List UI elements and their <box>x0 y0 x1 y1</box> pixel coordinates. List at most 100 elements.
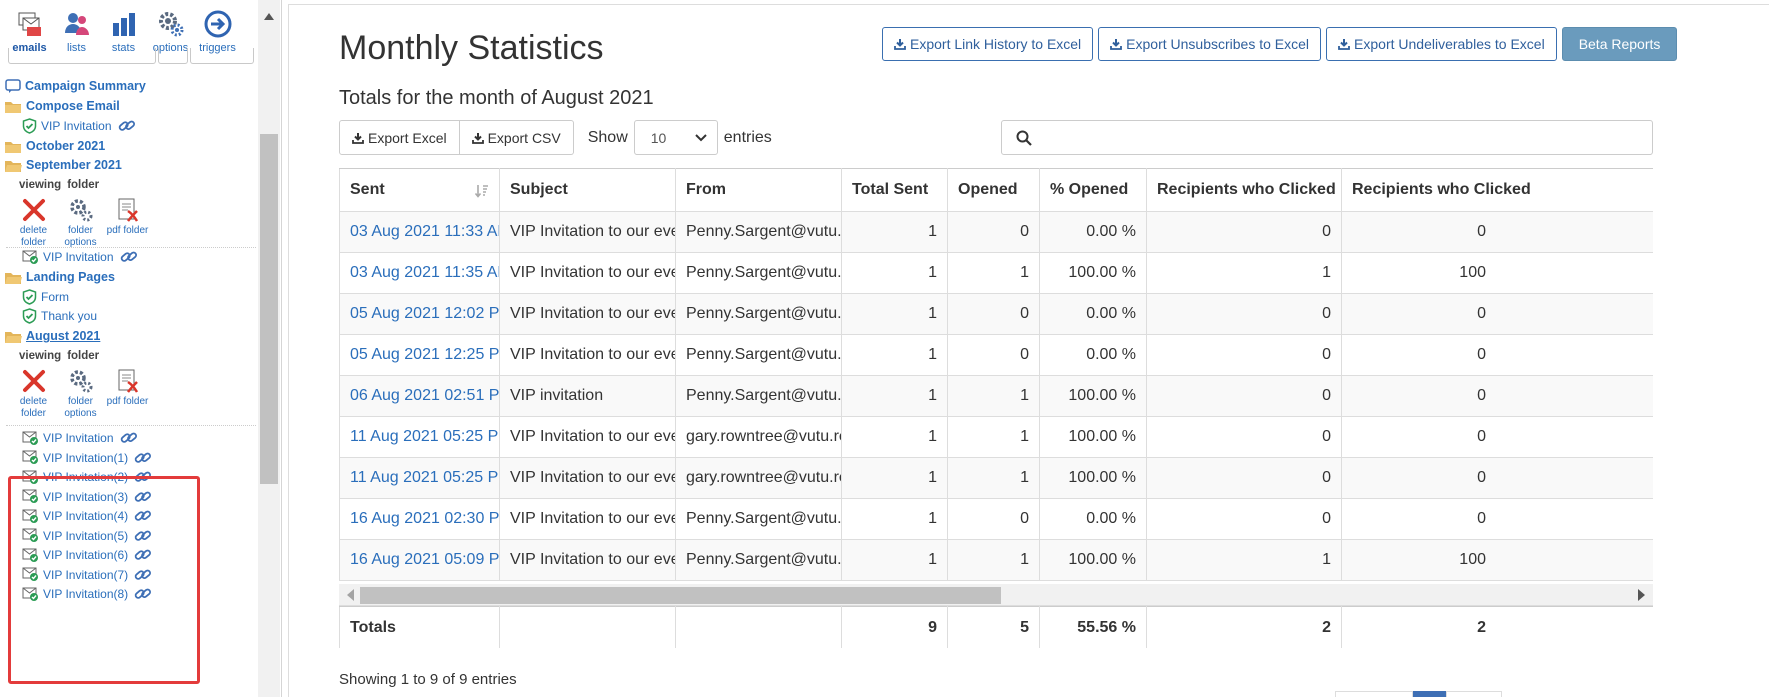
sent-date-link[interactable]: 11 Aug 2021 05:25 PM <box>339 416 500 458</box>
highlight-box <box>8 476 200 684</box>
emails-icon <box>18 12 41 36</box>
viewing-folder-label-aug: viewing folder <box>19 350 100 362</box>
clicked-cell-2: 0 <box>1341 457 1653 499</box>
sent-date-link[interactable]: 11 Aug 2021 05:25 PM <box>339 457 500 499</box>
col-sent[interactable]: Sent <box>339 168 500 212</box>
pagination-previous[interactable] <box>1335 691 1413 697</box>
sent-date-link[interactable]: 16 Aug 2021 02:30 PM <box>339 498 500 540</box>
total-sent-cell: 1 <box>841 375 948 417</box>
col-opened[interactable]: Opened <box>947 168 1040 212</box>
sent-date-link[interactable]: 05 Aug 2021 12:02 PM <box>339 293 500 335</box>
totals-pct-opened: 55.56 % <box>1039 606 1147 648</box>
august-item[interactable]: VIP Invitation(1) <box>22 448 152 468</box>
month-subtitle: Totals for the month of August 2021 <box>339 87 654 109</box>
scroll-left-arrow-icon[interactable] <box>347 589 354 601</box>
from-cell: gary.rowntree@vutu.re <box>675 416 842 458</box>
table-row: 11 Aug 2021 05:25 PM VIP Invitation to ou… <box>339 416 1653 458</box>
scroll-up-arrow-icon[interactable] <box>258 6 280 26</box>
delete-folder-button[interactable]: delete folder <box>10 197 57 249</box>
totals-label: Totals <box>339 606 500 648</box>
sent-date-link[interactable]: 03 Aug 2021 11:33 AM <box>339 211 500 253</box>
folder-compose-email[interactable]: Compose Email <box>4 96 120 116</box>
folder-august-2021[interactable]: August 2021 <box>4 326 100 346</box>
link-chain-icon[interactable] <box>120 430 138 446</box>
clicked-cell: 1 <box>1146 539 1342 581</box>
august-item[interactable]: VIP Invitation <box>22 428 138 448</box>
from-cell: Penny.Sargent@vutu.re <box>675 498 842 540</box>
link-chain-icon[interactable] <box>120 249 138 265</box>
pagination-page-1[interactable] <box>1413 691 1446 697</box>
stats-table: Sent Subject From Total Sent Opened % Op… <box>339 168 1653 581</box>
sent-date-link[interactable]: 16 Aug 2021 05:09 PM <box>339 539 500 581</box>
pagination-next[interactable] <box>1446 691 1502 697</box>
link-chain-icon[interactable] <box>134 450 152 466</box>
table-scroll-thumb[interactable] <box>360 587 1001 604</box>
export-link-history-button[interactable]: Export Link History to Excel <box>882 27 1094 61</box>
pdf-folder-button[interactable]: pdf folder <box>104 197 151 249</box>
total-sent-cell: 1 <box>841 457 948 499</box>
totals-opened: 5 <box>947 606 1040 648</box>
pct-opened-cell: 0.00 % <box>1039 293 1147 335</box>
link-chain-icon[interactable] <box>118 118 136 134</box>
pdf-document-icon <box>118 369 138 393</box>
folder-options-button[interactable]: folder options <box>57 197 104 249</box>
total-sent-cell: 1 <box>841 498 948 540</box>
scroll-right-arrow-icon[interactable] <box>1638 589 1645 601</box>
clicked-cell-2: 0 <box>1341 498 1653 540</box>
opened-cell: 0 <box>947 293 1040 335</box>
col-pct-opened[interactable]: % Opened <box>1039 168 1147 212</box>
folder-september-2021[interactable]: September 2021 <box>4 155 122 175</box>
entries-select[interactable]: 10 <box>633 120 718 155</box>
clicked-cell-2: 0 <box>1341 293 1653 335</box>
table-info: Showing 1 to 9 of 9 entries <box>339 671 517 688</box>
pdf-folder-button[interactable]: pdf folder <box>104 368 151 420</box>
search-input[interactable] <box>1001 120 1653 155</box>
sidebar-scrollbar[interactable] <box>258 0 280 697</box>
col-subject[interactable]: Subject <box>499 168 676 212</box>
col-recipients-clicked[interactable]: Recipients who Clicked <box>1146 168 1342 212</box>
total-sent-cell: 1 <box>841 252 948 294</box>
export-excel-button[interactable]: Export Excel <box>339 120 460 155</box>
folder-landing-pages[interactable]: Landing Pages <box>4 267 115 287</box>
beta-reports-button[interactable]: Beta Reports <box>1561 27 1678 61</box>
from-cell: Penny.Sargent@vutu.re <box>675 539 842 581</box>
folder-august-label: August 2021 <box>26 329 101 343</box>
opened-cell: 0 <box>947 334 1040 376</box>
export-csv-button[interactable]: Export CSV <box>459 120 574 155</box>
subject-cell: VIP Invitation to our event <box>499 539 676 581</box>
col-total-sent[interactable]: Total Sent <box>841 168 948 212</box>
export-undeliverables-button[interactable]: Export Undeliverables to Excel <box>1326 27 1557 61</box>
folder-october-2021[interactable]: October 2021 <box>4 136 105 156</box>
table-header-row: Sent Subject From Total Sent Opened % Op… <box>339 168 1653 212</box>
chat-bubble-icon <box>5 78 21 93</box>
sent-date-link[interactable]: 06 Aug 2021 02:51 PM <box>339 375 500 417</box>
table-body: 03 Aug 2021 11:33 AM VIP Invitation to ou… <box>339 211 1653 581</box>
main-panel: Monthly Statistics Export Link History t… <box>288 4 1769 697</box>
stats-table-wrapper: Sent Subject From Total Sent Opened % Op… <box>339 168 1653 648</box>
clicked-cell-2: 100 <box>1341 539 1653 581</box>
chevron-down-icon <box>695 133 707 141</box>
export-unsubscribes-button[interactable]: Export Unsubscribes to Excel <box>1098 27 1322 61</box>
from-cell: Penny.Sargent@vutu.re <box>675 334 842 376</box>
folder-options-button[interactable]: folder options <box>57 368 104 420</box>
totals-clicked: 2 <box>1146 606 1342 648</box>
landing-form-item[interactable]: Form <box>22 287 69 307</box>
folder-compose-email-label: Compose Email <box>26 99 120 113</box>
sent-date-link[interactable]: 03 Aug 2021 11:35 AM <box>339 252 500 294</box>
campaign-summary-link[interactable]: Campaign Summary <box>5 76 146 96</box>
clicked-cell: 1 <box>1146 252 1342 294</box>
compose-email-item[interactable]: VIP Invitation <box>22 116 136 136</box>
from-cell: Penny.Sargent@vutu.re <box>675 375 842 417</box>
col-recipients-clicked-2[interactable]: Recipients who Clicked <box>1341 168 1653 212</box>
sidebar-scroll-thumb[interactable] <box>260 134 278 484</box>
col-from[interactable]: From <box>675 168 842 212</box>
pagination <box>1335 691 1502 697</box>
september-item[interactable]: VIP Invitation <box>22 247 138 267</box>
table-horizontal-scrollbar[interactable] <box>339 584 1653 606</box>
sent-date-link[interactable]: 05 Aug 2021 12:25 PM <box>339 334 500 376</box>
folder-september-label: September 2021 <box>26 158 122 172</box>
download-icon <box>1338 39 1350 50</box>
august-item-label: VIP Invitation(1) <box>43 450 129 465</box>
delete-folder-button[interactable]: delete folder <box>10 368 57 420</box>
landing-thanks-item[interactable]: Thank you <box>22 306 97 326</box>
